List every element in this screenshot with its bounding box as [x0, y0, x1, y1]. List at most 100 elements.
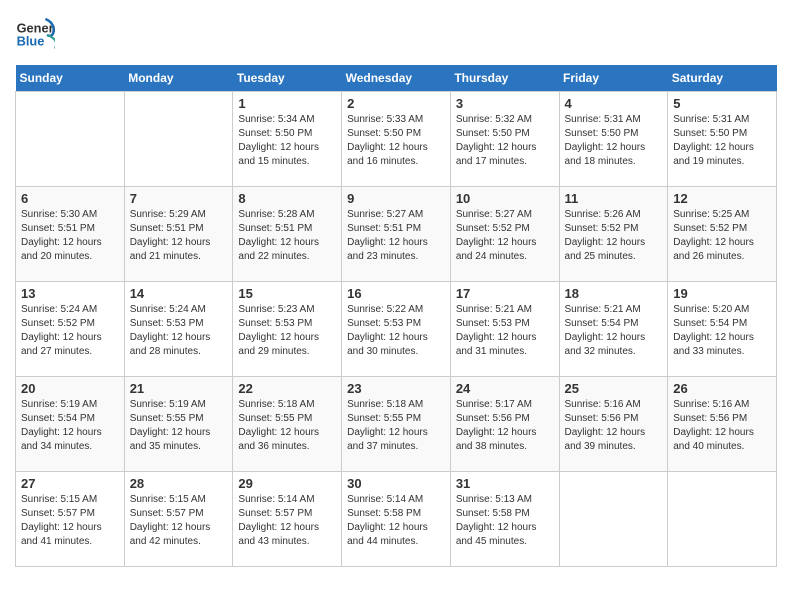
header-cell-tuesday: Tuesday — [233, 65, 342, 92]
day-cell: 15 Sunrise: 5:23 AM Sunset: 5:53 PM Dayli… — [233, 282, 342, 377]
day-info: Sunrise: 5:21 AM Sunset: 5:53 PM Dayligh… — [456, 303, 554, 359]
day-cell — [559, 472, 668, 567]
day-cell: 9 Sunrise: 5:27 AM Sunset: 5:51 PM Daylig… — [342, 187, 451, 282]
day-cell: 21 Sunrise: 5:19 AM Sunset: 5:55 PM Dayli… — [124, 377, 233, 472]
day-number: 6 — [21, 191, 119, 206]
day-info: Sunrise: 5:20 AM Sunset: 5:54 PM Dayligh… — [673, 303, 771, 359]
day-number: 27 — [21, 476, 119, 491]
day-cell: 2 Sunrise: 5:33 AM Sunset: 5:50 PM Daylig… — [342, 92, 451, 187]
logo: General Blue — [15, 15, 59, 55]
page-header: General Blue — [15, 15, 777, 55]
day-info: Sunrise: 5:25 AM Sunset: 5:52 PM Dayligh… — [673, 208, 771, 264]
day-number: 16 — [347, 286, 445, 301]
day-cell: 4 Sunrise: 5:31 AM Sunset: 5:50 PM Daylig… — [559, 92, 668, 187]
day-cell: 28Sunrise: 5:15 AM Sunset: 5:57 PM Dayli… — [124, 472, 233, 567]
day-number: 30 — [347, 476, 445, 491]
header-cell-sunday: Sunday — [16, 65, 125, 92]
day-cell: 13Sunrise: 5:24 AM Sunset: 5:52 PM Dayli… — [16, 282, 125, 377]
calendar-table: SundayMondayTuesdayWednesdayThursdayFrid… — [15, 65, 777, 567]
day-info: Sunrise: 5:31 AM Sunset: 5:50 PM Dayligh… — [673, 113, 771, 169]
day-cell — [124, 92, 233, 187]
week-row-3: 13Sunrise: 5:24 AM Sunset: 5:52 PM Dayli… — [16, 282, 777, 377]
day-number: 14 — [130, 286, 228, 301]
day-cell: 27 Sunrise: 5:15 AM Sunset: 5:57 PM Dayli… — [16, 472, 125, 567]
day-cell — [16, 92, 125, 187]
day-info: Sunrise: 5:32 AM Sunset: 5:50 PM Dayligh… — [456, 113, 554, 169]
day-number: 10 — [456, 191, 554, 206]
day-number: 18 — [565, 286, 663, 301]
header-cell-saturday: Saturday — [668, 65, 777, 92]
day-cell: 16Sunrise: 5:22 AM Sunset: 5:53 PM Dayli… — [342, 282, 451, 377]
day-cell: 22Sunrise: 5:18 AM Sunset: 5:55 PM Dayli… — [233, 377, 342, 472]
day-info: Sunrise: 5:27 AM Sunset: 5:51 PM Dayligh… — [347, 208, 445, 264]
day-info: Sunrise: 5:31 AM Sunset: 5:50 PM Dayligh… — [565, 113, 663, 169]
day-number: 11 — [565, 191, 663, 206]
week-row-1: 1Sunrise: 5:34 AM Sunset: 5:50 PM Daylig… — [16, 92, 777, 187]
day-info: Sunrise: 5:16 AM Sunset: 5:56 PM Dayligh… — [565, 398, 663, 454]
day-number: 20 — [21, 381, 119, 396]
day-number: 3 — [456, 96, 554, 111]
day-cell: 14 Sunrise: 5:24 AM Sunset: 5:53 PM Dayli… — [124, 282, 233, 377]
day-number: 1 — [238, 96, 336, 111]
day-cell: 31Sunrise: 5:13 AM Sunset: 5:58 PM Dayli… — [450, 472, 559, 567]
day-cell: 7 Sunrise: 5:29 AM Sunset: 5:51 PM Daylig… — [124, 187, 233, 282]
day-cell: 17Sunrise: 5:21 AM Sunset: 5:53 PM Dayli… — [450, 282, 559, 377]
day-info: Sunrise: 5:18 AM Sunset: 5:55 PM Dayligh… — [347, 398, 445, 454]
day-info: Sunrise: 5:29 AM Sunset: 5:51 PM Dayligh… — [130, 208, 228, 264]
day-number: 2 — [347, 96, 445, 111]
day-cell: 24 Sunrise: 5:17 AM Sunset: 5:56 PM Dayli… — [450, 377, 559, 472]
day-cell: 25 Sunrise: 5:16 AM Sunset: 5:56 PM Dayli… — [559, 377, 668, 472]
day-number: 26 — [673, 381, 771, 396]
day-info: Sunrise: 5:24 AM Sunset: 5:53 PM Dayligh… — [130, 303, 228, 359]
day-cell: 30Sunrise: 5:14 AM Sunset: 5:58 PM Dayli… — [342, 472, 451, 567]
day-info: Sunrise: 5:23 AM Sunset: 5:53 PM Dayligh… — [238, 303, 336, 359]
day-number: 12 — [673, 191, 771, 206]
week-row-4: 20 Sunrise: 5:19 AM Sunset: 5:54 PM Dayli… — [16, 377, 777, 472]
day-cell: 10 Sunrise: 5:27 AM Sunset: 5:52 PM Dayli… — [450, 187, 559, 282]
day-info: Sunrise: 5:17 AM Sunset: 5:56 PM Dayligh… — [456, 398, 554, 454]
day-info: Sunrise: 5:15 AM Sunset: 5:57 PM Dayligh… — [21, 493, 119, 549]
header-cell-wednesday: Wednesday — [342, 65, 451, 92]
day-info: Sunrise: 5:24 AM Sunset: 5:52 PM Dayligh… — [21, 303, 119, 359]
day-number: 24 — [456, 381, 554, 396]
day-info: Sunrise: 5:28 AM Sunset: 5:51 PM Dayligh… — [238, 208, 336, 264]
day-number: 7 — [130, 191, 228, 206]
day-cell: 29 Sunrise: 5:14 AM Sunset: 5:57 PM Dayli… — [233, 472, 342, 567]
day-number: 4 — [565, 96, 663, 111]
day-info: Sunrise: 5:26 AM Sunset: 5:52 PM Dayligh… — [565, 208, 663, 264]
day-cell: 20 Sunrise: 5:19 AM Sunset: 5:54 PM Dayli… — [16, 377, 125, 472]
logo-icon: General Blue — [15, 15, 55, 55]
day-number: 19 — [673, 286, 771, 301]
header-cell-thursday: Thursday — [450, 65, 559, 92]
week-row-2: 6 Sunrise: 5:30 AM Sunset: 5:51 PM Daylig… — [16, 187, 777, 282]
day-number: 28 — [130, 476, 228, 491]
day-cell: 19 Sunrise: 5:20 AM Sunset: 5:54 PM Dayli… — [668, 282, 777, 377]
day-info: Sunrise: 5:14 AM Sunset: 5:57 PM Dayligh… — [238, 493, 336, 549]
day-info: Sunrise: 5:30 AM Sunset: 5:51 PM Dayligh… — [21, 208, 119, 264]
day-cell: 8Sunrise: 5:28 AM Sunset: 5:51 PM Daylig… — [233, 187, 342, 282]
day-number: 25 — [565, 381, 663, 396]
day-info: Sunrise: 5:27 AM Sunset: 5:52 PM Dayligh… — [456, 208, 554, 264]
day-number: 29 — [238, 476, 336, 491]
day-number: 23 — [347, 381, 445, 396]
svg-text:Blue: Blue — [17, 33, 45, 48]
day-info: Sunrise: 5:18 AM Sunset: 5:55 PM Dayligh… — [238, 398, 336, 454]
day-info: Sunrise: 5:19 AM Sunset: 5:54 PM Dayligh… — [21, 398, 119, 454]
day-info: Sunrise: 5:13 AM Sunset: 5:58 PM Dayligh… — [456, 493, 554, 549]
day-number: 9 — [347, 191, 445, 206]
day-cell: 23 Sunrise: 5:18 AM Sunset: 5:55 PM Dayli… — [342, 377, 451, 472]
header-row: SundayMondayTuesdayWednesdayThursdayFrid… — [16, 65, 777, 92]
day-cell: 12 Sunrise: 5:25 AM Sunset: 5:52 PM Dayli… — [668, 187, 777, 282]
header-cell-monday: Monday — [124, 65, 233, 92]
day-cell: 18 Sunrise: 5:21 AM Sunset: 5:54 PM Dayli… — [559, 282, 668, 377]
day-cell: 26Sunrise: 5:16 AM Sunset: 5:56 PM Dayli… — [668, 377, 777, 472]
day-info: Sunrise: 5:19 AM Sunset: 5:55 PM Dayligh… — [130, 398, 228, 454]
day-info: Sunrise: 5:21 AM Sunset: 5:54 PM Dayligh… — [565, 303, 663, 359]
day-cell: 3 Sunrise: 5:32 AM Sunset: 5:50 PM Daylig… — [450, 92, 559, 187]
day-info: Sunrise: 5:33 AM Sunset: 5:50 PM Dayligh… — [347, 113, 445, 169]
day-number: 5 — [673, 96, 771, 111]
week-row-5: 27 Sunrise: 5:15 AM Sunset: 5:57 PM Dayli… — [16, 472, 777, 567]
day-number: 21 — [130, 381, 228, 396]
header-cell-friday: Friday — [559, 65, 668, 92]
day-number: 15 — [238, 286, 336, 301]
